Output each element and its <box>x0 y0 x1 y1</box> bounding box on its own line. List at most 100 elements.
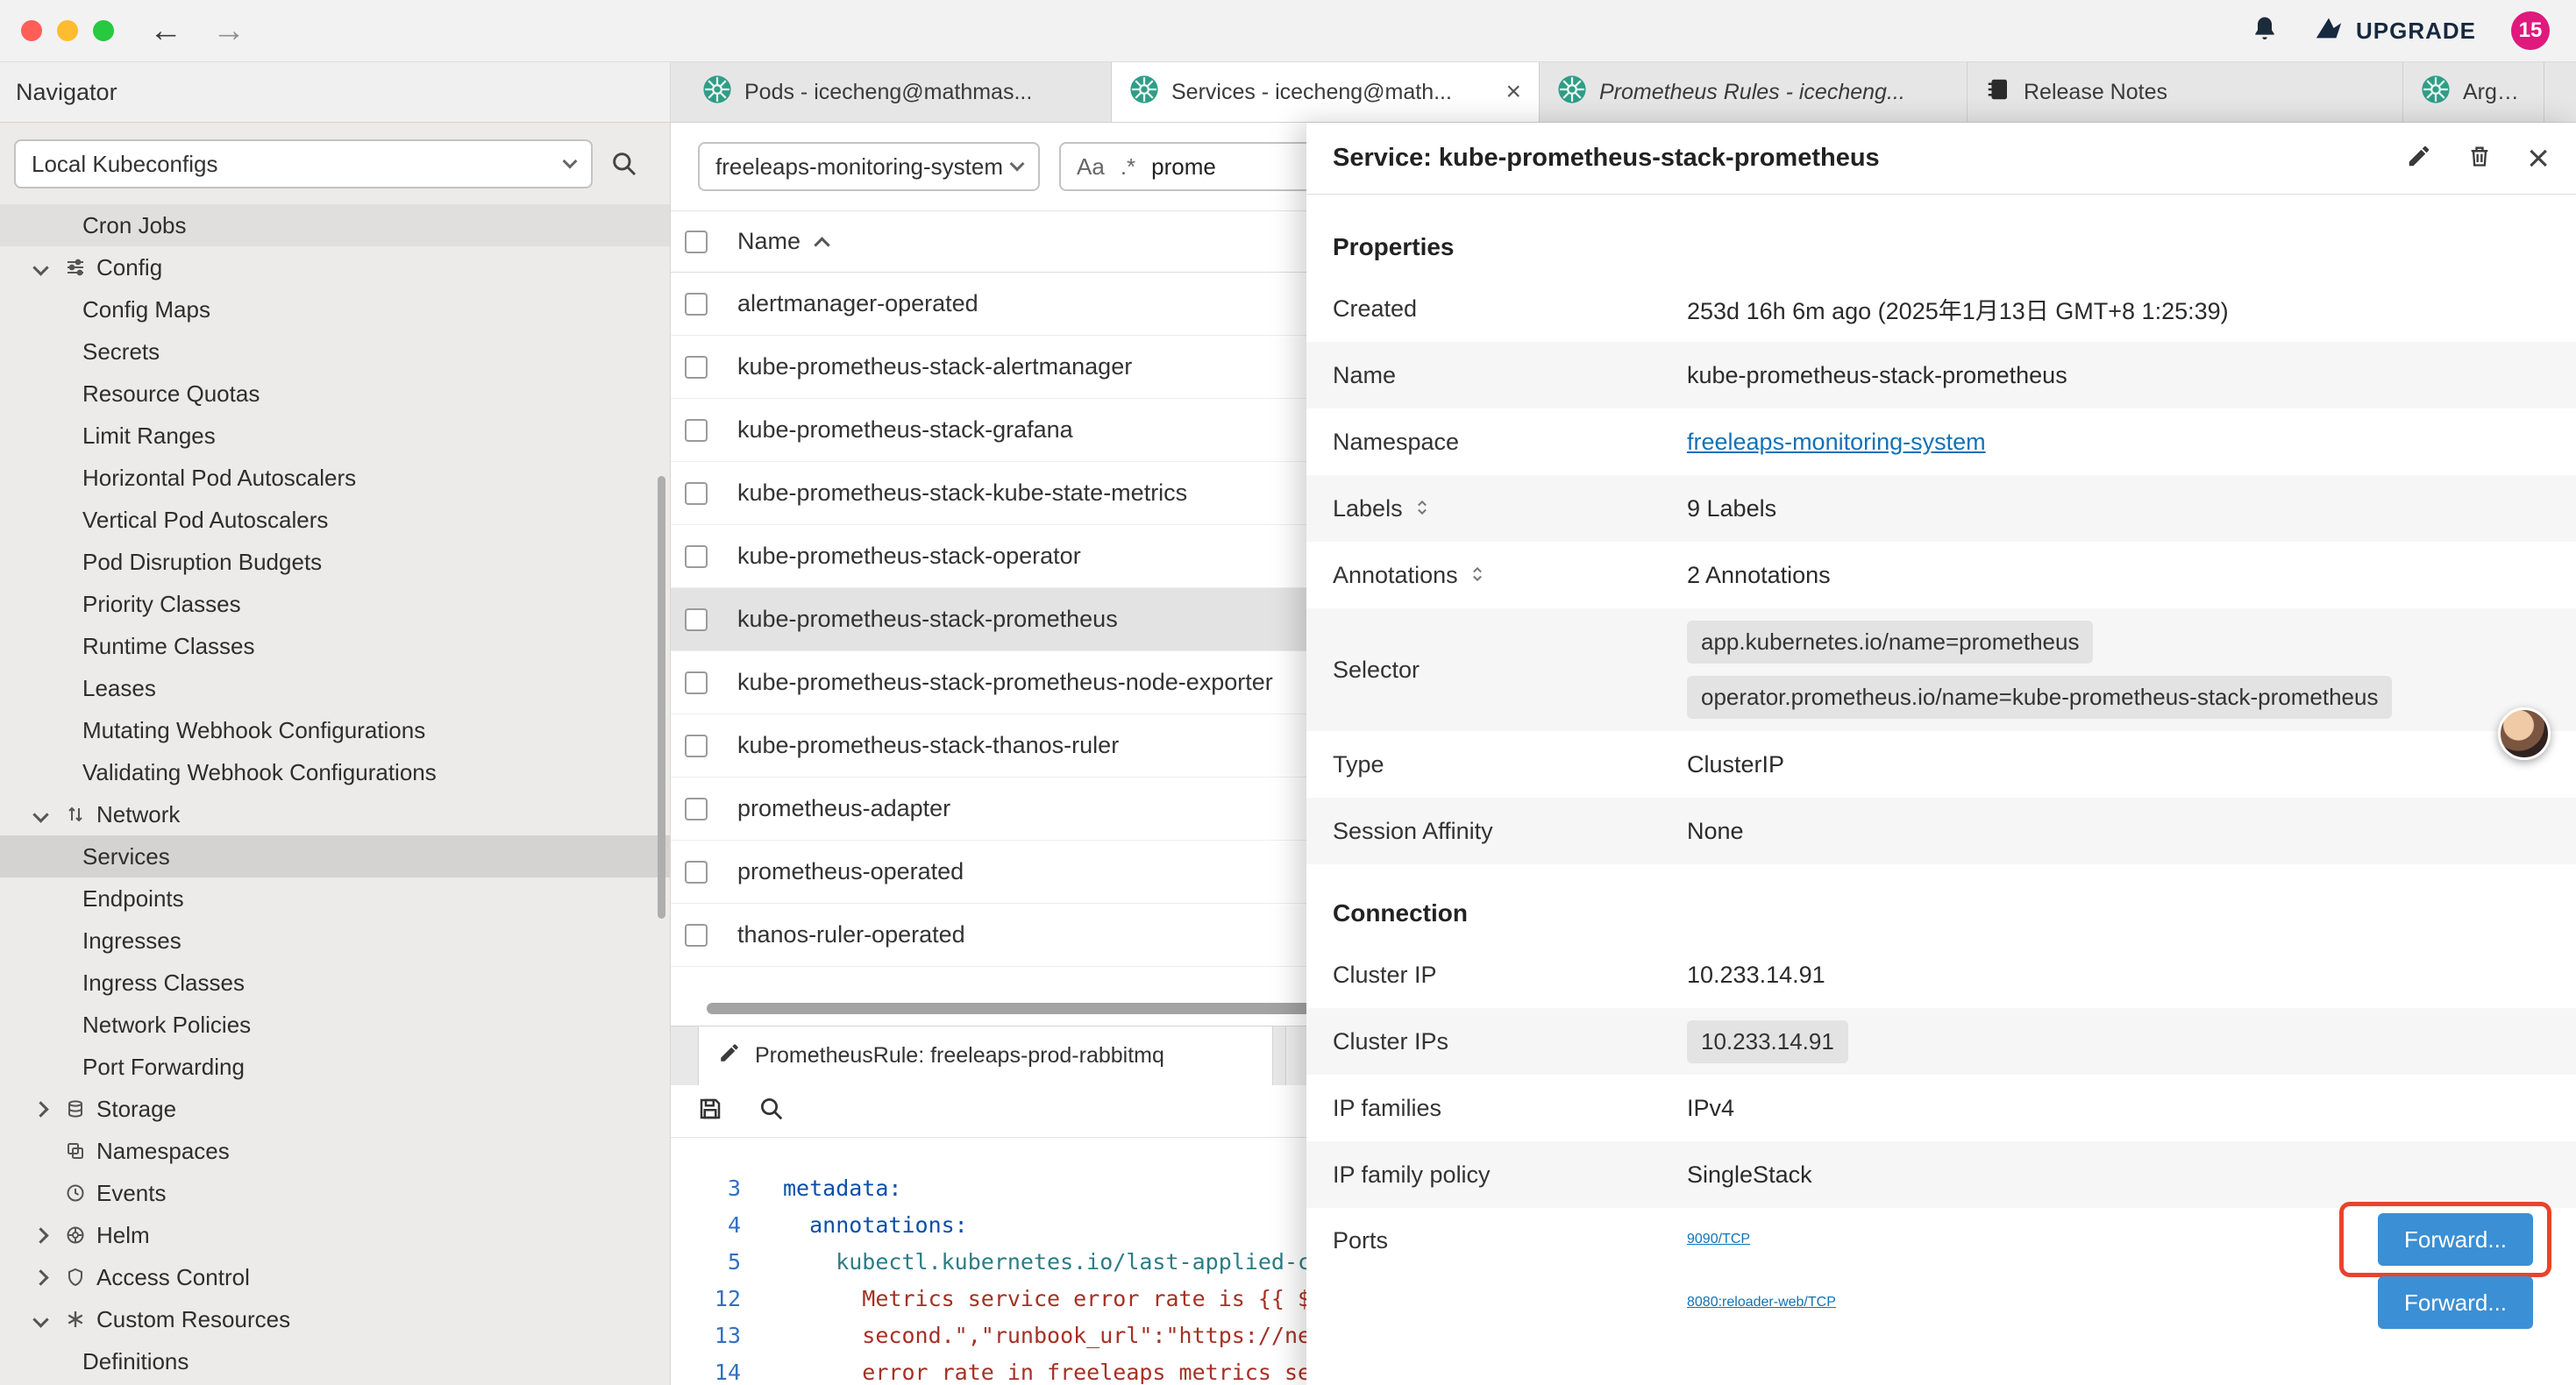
tab-argo[interactable]: Argo S... <box>2403 62 2544 122</box>
sidebar-item-namespaces[interactable]: Namespaces <box>0 1130 670 1172</box>
sidebar-item-network-policies[interactable]: Network Policies <box>0 1004 670 1046</box>
sidebar-item-custom-resources[interactable]: Custom Resources <box>0 1298 670 1340</box>
sidebar-item-config[interactable]: Config <box>0 246 670 288</box>
sidebar-item-limit-ranges[interactable]: Limit Ranges <box>0 415 670 457</box>
code-line: annotations: <box>741 1212 968 1238</box>
tab-services[interactable]: Services - icecheng@math... × <box>1112 62 1540 122</box>
sidebar-item-config-maps[interactable]: Config Maps <box>0 288 670 330</box>
save-icon[interactable] <box>697 1096 723 1126</box>
sidebar-item-helm[interactable]: Helm <box>0 1214 670 1256</box>
sidebar-item-ingress-classes[interactable]: Ingress Classes <box>0 962 670 1004</box>
port-link-8080-reloader-web[interactable]: 8080:reloader-web/TCP <box>1687 1295 1836 1310</box>
port-line: 9090/TCP Forward... <box>1687 1208 2576 1271</box>
sidebar-item-access-control[interactable]: Access Control <box>0 1256 670 1298</box>
sidebar-item-validating-webhook-configurations[interactable]: Validating Webhook Configurations <box>0 751 670 793</box>
property-row-selector: Selector app.kubernetes.io/name=promethe… <box>1306 608 2576 731</box>
port-link-9090[interactable]: 9090/TCP <box>1687 1232 1750 1247</box>
namespace-filter-dropdown[interactable]: freeleaps-monitoring-system <box>698 142 1040 191</box>
edit-pencil-icon[interactable] <box>2406 143 2432 174</box>
sidebar-item-cron-jobs[interactable]: Cron Jobs <box>0 204 670 246</box>
events-clock-icon <box>65 1183 96 1204</box>
notifications-bell-icon[interactable] <box>2251 15 2279 47</box>
row-checkbox[interactable] <box>685 798 708 820</box>
forward-port-button[interactable]: Forward... <box>2378 1276 2533 1329</box>
zoom-window-button[interactable] <box>93 20 114 41</box>
back-button[interactable]: ← <box>149 12 182 50</box>
row-checkbox[interactable] <box>685 482 708 505</box>
close-drawer-icon[interactable]: × <box>2527 139 2550 178</box>
row-checkbox[interactable] <box>685 545 708 568</box>
property-row-annotations: Annotations 2 Annotations <box>1306 542 2576 608</box>
connection-row-ip-family-policy: IP family policy SingleStack <box>1306 1141 2576 1208</box>
row-checkbox[interactable] <box>685 293 708 316</box>
forward-button[interactable]: → <box>212 12 246 50</box>
sidebar-item-vertical-pod-autoscalers[interactable]: Vertical Pod Autoscalers <box>0 499 670 541</box>
notification-count-badge[interactable]: 15 <box>2511 11 2550 50</box>
property-row-labels: Labels 9 Labels <box>1306 475 2576 542</box>
sidebar-item-network[interactable]: Network <box>0 793 670 835</box>
namespace-link[interactable]: freeleaps-monitoring-system <box>1687 429 1986 455</box>
network-icon <box>65 804 96 825</box>
kubeconfig-selector[interactable]: Local Kubeconfigs <box>14 139 593 188</box>
upgrade-button[interactable]: UPGRADE <box>2314 13 2476 49</box>
edit-pencil-icon <box>718 1041 741 1070</box>
macos-window-controls <box>21 20 114 41</box>
sidebar-item-horizontal-pod-autoscalers[interactable]: Horizontal Pod Autoscalers <box>0 457 670 499</box>
sidebar-item-pod-disruption-budgets[interactable]: Pod Disruption Budgets <box>0 541 670 583</box>
tab-prometheus-rules[interactable]: Prometheus Rules - icecheng... <box>1540 62 1968 122</box>
editor-search-icon[interactable] <box>758 1096 785 1126</box>
sidebar-item-events[interactable]: Events <box>0 1172 670 1214</box>
forward-port-button[interactable]: Forward... <box>2378 1213 2533 1266</box>
row-checkbox[interactable] <box>685 924 708 947</box>
sidebar-item-storage[interactable]: Storage <box>0 1088 670 1130</box>
sidebar-item-ingresses[interactable]: Ingresses <box>0 920 670 962</box>
sidebar-item-runtime-classes[interactable]: Runtime Classes <box>0 625 670 667</box>
expand-unfold-icon[interactable] <box>1469 562 1486 589</box>
helm-wheel-icon <box>65 1225 96 1246</box>
connection-row-ip-families: IP families IPv4 <box>1306 1075 2576 1141</box>
chevron-down-icon <box>32 259 48 275</box>
close-tab-icon[interactable]: × <box>1493 77 1521 107</box>
sidebar-item-resource-quotas[interactable]: Resource Quotas <box>0 373 670 415</box>
row-checkbox[interactable] <box>685 671 708 694</box>
close-window-button[interactable] <box>21 20 42 41</box>
select-all-checkbox[interactable] <box>685 231 708 253</box>
drawer-header: Service: kube-prometheus-stack-prometheu… <box>1306 123 2576 195</box>
dock-tab-label: PrometheusRule: freeleaps-prod-rabbitmq <box>755 1043 1164 1069</box>
dock-tab-prometheusrule[interactable]: PrometheusRule: freeleaps-prod-rabbitmq <box>698 1026 1273 1085</box>
chevron-right-icon <box>32 1227 48 1243</box>
code-line: error rate in freeleaps metrics ser <box>741 1360 1324 1385</box>
row-checkbox[interactable] <box>685 419 708 442</box>
sidebar-item-mutating-webhook-configurations[interactable]: Mutating Webhook Configurations <box>0 709 670 751</box>
sidebar-item-port-forwarding[interactable]: Port Forwarding <box>0 1046 670 1088</box>
release-notes-icon <box>1985 76 2011 109</box>
window-titlebar: ← → UPGRADE 15 <box>0 0 2576 62</box>
tab-release-notes[interactable]: Release Notes <box>1968 62 2403 122</box>
sidebar-item-endpoints[interactable]: Endpoints <box>0 877 670 920</box>
regex-toggle[interactable]: .* <box>1121 153 1135 181</box>
sidebar-item-leases[interactable]: Leases <box>0 667 670 709</box>
match-case-toggle[interactable]: Aa <box>1077 153 1105 181</box>
name-column-header[interactable]: Name <box>737 228 828 255</box>
delete-trash-icon[interactable] <box>2467 143 2492 174</box>
sidebar-search-icon[interactable] <box>610 150 638 178</box>
sidebar-scrollbar[interactable] <box>658 476 665 919</box>
row-checkbox[interactable] <box>685 735 708 757</box>
user-avatar[interactable] <box>2498 707 2551 760</box>
sidebar-item-definitions[interactable]: Definitions <box>0 1340 670 1382</box>
connection-row-ports: Ports 9090/TCP Forward... 8080:reloader-… <box>1306 1208 2576 1334</box>
upgrade-label: UPGRADE <box>2356 18 2476 45</box>
sidebar-item-services[interactable]: Services <box>0 835 670 877</box>
row-checkbox[interactable] <box>685 861 708 884</box>
upgrade-icon <box>2314 13 2344 49</box>
minimize-window-button[interactable] <box>57 20 78 41</box>
sidebar-item-priority-classes[interactable]: Priority Classes <box>0 583 670 625</box>
access-control-shield-icon <box>65 1267 96 1288</box>
storage-icon <box>65 1098 96 1119</box>
row-checkbox[interactable] <box>685 356 708 379</box>
tab-pods[interactable]: Pods - icecheng@mathmas... <box>685 62 1112 122</box>
row-checkbox[interactable] <box>685 608 708 631</box>
sidebar-item-secrets[interactable]: Secrets <box>0 330 670 373</box>
property-row-namespace: Namespace freeleaps-monitoring-system <box>1306 408 2576 475</box>
expand-unfold-icon[interactable] <box>1413 495 1431 522</box>
